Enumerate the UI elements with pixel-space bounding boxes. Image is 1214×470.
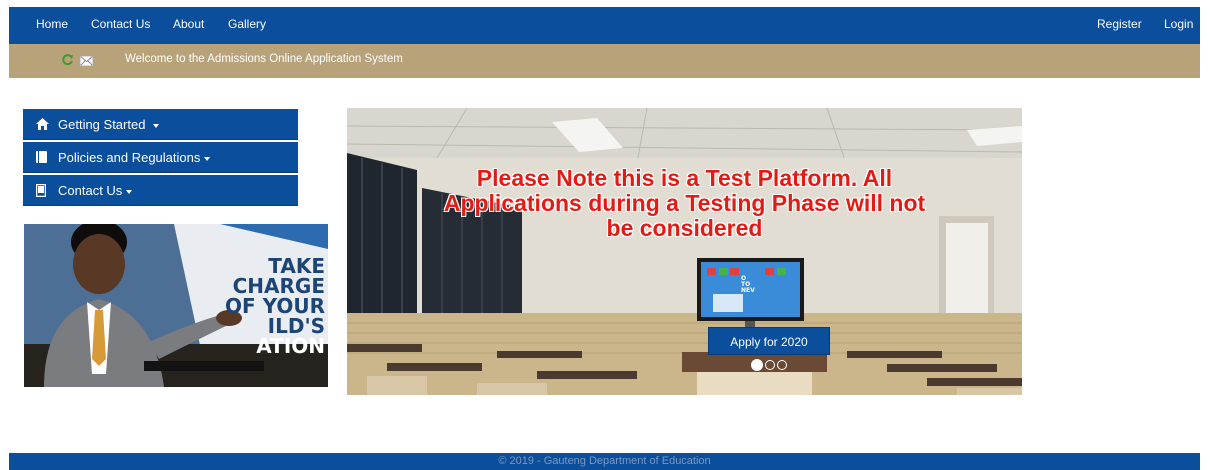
carousel-indicators [751,356,789,374]
nav-register-link[interactable]: Register [1097,7,1142,44]
promo-image: TAKE CHARGE OF YOUR ILD'S ATION [24,224,328,387]
chevron-down-icon [153,123,160,128]
nav-about-link[interactable]: About [173,7,204,44]
footer: © 2019 - Gauteng Department of Education [9,453,1200,470]
classroom-image: O TO NEV [347,108,1022,395]
home-icon [36,118,49,133]
menu-contact-label: Contact Us [58,183,123,198]
chevron-down-icon [204,156,211,161]
mail-icon[interactable] [80,54,93,72]
screen-letter: NEV [741,287,755,294]
carousel-dot-3[interactable] [777,359,787,370]
nav-home-link[interactable]: Home [36,7,68,44]
carousel-dot-2[interactable] [765,359,775,370]
promo-poster-text: TAKE CHARGE OF YOUR ILD'S ATION [224,254,325,358]
apply-button[interactable]: Apply for 2020 [708,327,830,355]
top-navbar: Home Contact Us About Gallery Register L… [9,7,1200,44]
refresh-icon[interactable] [61,53,74,71]
nav-gallery-link[interactable]: Gallery [228,7,266,44]
hero-carousel[interactable]: O TO NEV Please Note this is a Test Plat… [347,108,1022,395]
menu-contact-us[interactable]: Contact Us [23,175,298,206]
chevron-down-icon [126,189,133,194]
test-platform-notice: Please Note this is a Test Platform. All… [443,165,926,241]
carousel-dot-1[interactable] [751,358,763,371]
nav-contact-link[interactable]: Contact Us [91,7,150,44]
menu-policies-label: Policies and Regulations [58,150,201,165]
phone-icon [35,183,47,200]
menu-getting-started[interactable]: Getting Started [23,109,298,140]
book-icon [36,151,47,166]
welcome-bar: Welcome to the Admissions Online Applica… [9,44,1200,78]
menu-policies-regulations[interactable]: Policies and Regulations [23,142,298,173]
menu-getting-started-label: Getting Started [58,117,146,132]
welcome-message: Welcome to the Admissions Online Applica… [125,53,403,65]
nav-login-link[interactable]: Login [1164,7,1193,44]
